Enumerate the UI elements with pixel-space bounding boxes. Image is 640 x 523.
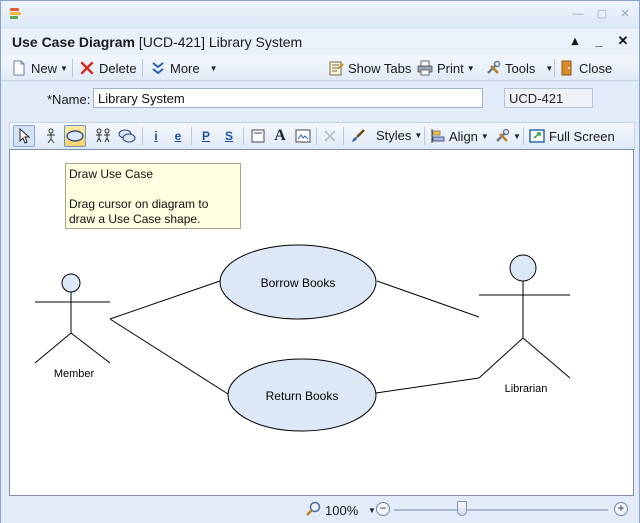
- title-bar[interactable]: — ▢ ✕: [1, 1, 639, 29]
- pin-button[interactable]: ▴: [567, 33, 583, 49]
- association-member-borrow[interactable]: [109, 280, 221, 320]
- main-toolbar: New ▼ Delete More ▼ Show Tabs Print ▼ To…: [1, 55, 639, 81]
- window-close-button[interactable]: ✕: [616, 6, 634, 22]
- zoom-magnifier-icon[interactable]: [305, 501, 321, 517]
- use-cases-icon: [118, 129, 136, 143]
- new-document-icon: [11, 60, 27, 76]
- actor-label: Librarian: [504, 383, 548, 395]
- chevron-down-icon: ▼: [209, 63, 218, 73]
- window-maximize-button[interactable]: ▢: [593, 6, 611, 22]
- tool-tooltip: Draw Use Case Drag cursor on diagram to …: [65, 163, 241, 229]
- cursor-arrow-icon: [19, 128, 31, 144]
- delete-x-icon: [79, 60, 95, 76]
- tools-icon: [496, 128, 510, 142]
- include-tool-button[interactable]: i: [145, 125, 167, 147]
- align-icon: [431, 129, 445, 143]
- actor-icon: [47, 128, 55, 144]
- package-tool-button[interactable]: P: [195, 125, 217, 147]
- document-header: Use Case Diagram [UCD-421] Library Syste…: [1, 29, 639, 55]
- note-tool-button[interactable]: [247, 125, 269, 147]
- tooltip-body: Drag cursor on diagram to draw a Use Cas…: [69, 197, 209, 226]
- tools-dropdown[interactable]: ▼: [494, 128, 521, 144]
- align-dropdown[interactable]: Align ▼: [430, 128, 489, 144]
- extend-tool-button[interactable]: e: [167, 125, 189, 147]
- text-tool-button[interactable]: A: [269, 125, 291, 147]
- show-tabs-icon: [328, 60, 344, 76]
- use-case-tool-button[interactable]: [64, 125, 86, 147]
- minimize-button[interactable]: _: [591, 33, 607, 49]
- diagram-canvas[interactable]: Borrow Books Return Books Member Librari…: [9, 149, 634, 496]
- chevron-down-icon: ▼: [60, 63, 68, 73]
- paint-brush-icon: [352, 129, 365, 142]
- page-title: Use Case Diagram [UCD-421] Library Syste…: [12, 34, 303, 50]
- actor-tool-button[interactable]: [40, 125, 62, 147]
- use-case-label: Return Books: [265, 389, 339, 403]
- tools-button[interactable]: Tools ▼: [485, 58, 553, 78]
- system-tool-button[interactable]: S: [218, 125, 240, 147]
- actors-icon: [96, 128, 110, 143]
- double-chevron-down-icon: [150, 60, 166, 76]
- brush-tool-button[interactable]: [347, 125, 369, 147]
- note-icon: [251, 129, 265, 143]
- use-case-ellipse-icon: [66, 130, 84, 142]
- name-field[interactable]: [93, 88, 483, 108]
- pointer-tool-button[interactable]: [13, 125, 35, 147]
- zoom-slider-thumb[interactable]: [457, 501, 467, 516]
- use-case-label: Borrow Books: [260, 276, 336, 290]
- association-borrow-librarian[interactable]: [376, 280, 480, 318]
- actor-member[interactable]: [34, 273, 111, 364]
- printer-icon: [417, 60, 433, 76]
- zoom-in-button[interactable]: +: [614, 502, 628, 516]
- close-button[interactable]: Close: [559, 58, 612, 78]
- use-case-group-tool-button[interactable]: [116, 125, 138, 147]
- chevron-down-icon: ▼: [480, 131, 489, 141]
- disabled-x-icon: [324, 130, 336, 142]
- exit-door-icon: [559, 60, 575, 76]
- tooltip-title: Draw Use Case: [69, 167, 154, 181]
- name-row: *Name: UCD-421: [1, 82, 639, 120]
- window-minimize-button[interactable]: —: [569, 6, 587, 22]
- association-member-return[interactable]: [109, 318, 229, 395]
- zoom-dropdown-chevron-icon[interactable]: ▼: [368, 506, 376, 515]
- image-icon: [295, 129, 311, 143]
- image-text-tool-button[interactable]: [292, 125, 314, 147]
- chevron-down-icon: ▼: [414, 131, 423, 140]
- actor-librarian[interactable]: [478, 254, 571, 379]
- tools-icon: [485, 60, 501, 76]
- zoom-level-text: 100%: [325, 503, 359, 518]
- app-window: — ▢ ✕ Use Case Diagram [UCD-421] Library…: [0, 0, 640, 523]
- print-button[interactable]: Print ▼: [417, 58, 475, 78]
- delete-button[interactable]: Delete: [79, 58, 137, 78]
- more-button[interactable]: More ▼: [150, 58, 218, 78]
- full-screen-icon: [529, 129, 545, 143]
- association-return-librarian[interactable]: [375, 377, 480, 394]
- delete-shape-button[interactable]: [319, 125, 341, 147]
- id-field: UCD-421: [504, 88, 593, 108]
- chevron-down-icon: ▼: [513, 131, 521, 141]
- actor-label: Member: [53, 368, 95, 380]
- chevron-down-icon: ▼: [545, 63, 554, 73]
- zoom-out-button[interactable]: −: [376, 502, 390, 516]
- name-label: *Name:: [47, 92, 91, 107]
- status-bar: 100% ▼ − +: [1, 497, 639, 523]
- zoom-slider-track[interactable]: [394, 509, 608, 511]
- close-x-button[interactable]: ✕: [615, 33, 631, 49]
- diagram-toolbar: i e P S A Styles ▼ Align ▼ ▼ Full Screen: [9, 122, 635, 150]
- app-icon: [10, 8, 21, 22]
- actor-group-tool-button[interactable]: [92, 125, 114, 147]
- new-button[interactable]: New ▼: [11, 58, 68, 78]
- show-tabs-button[interactable]: Show Tabs: [328, 58, 411, 78]
- styles-dropdown[interactable]: Styles ▼: [376, 128, 422, 143]
- chevron-down-icon: ▼: [466, 63, 475, 73]
- full-screen-button[interactable]: Full Screen: [529, 128, 615, 144]
